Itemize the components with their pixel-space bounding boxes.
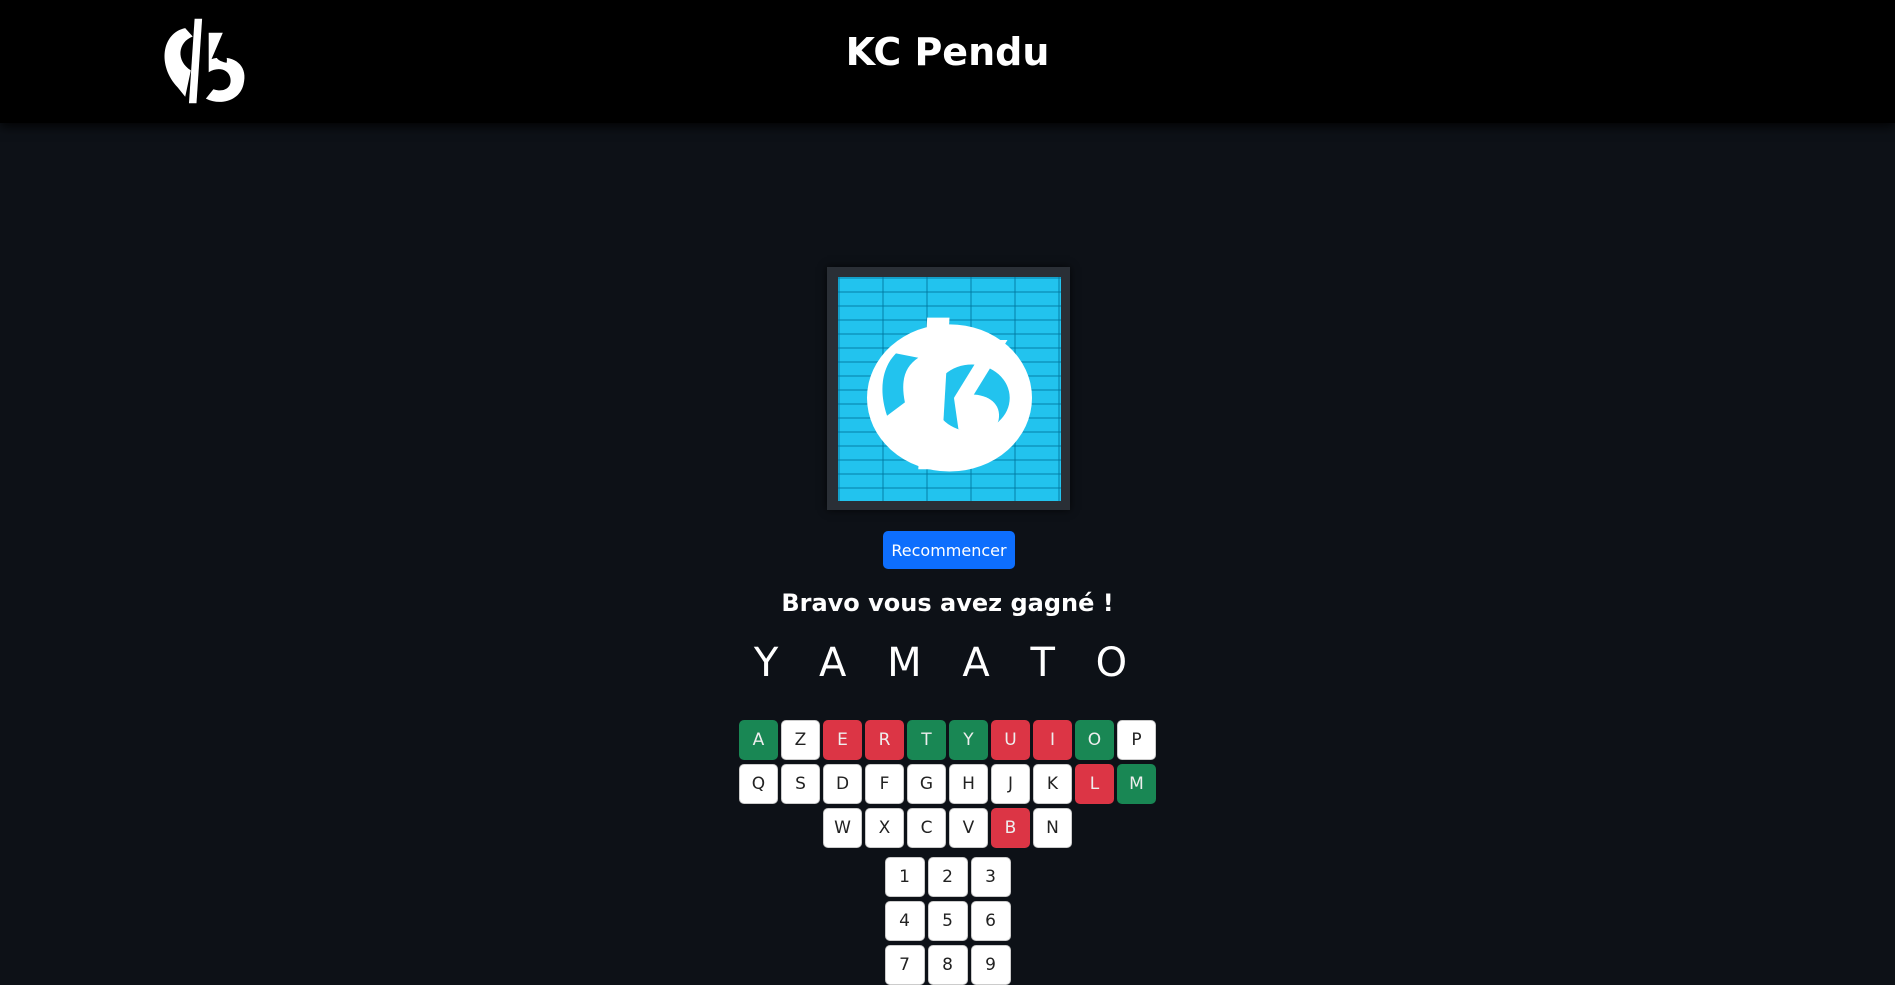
key-1[interactable]: 1: [884, 857, 925, 897]
key-b[interactable]: B: [991, 808, 1030, 848]
key-6[interactable]: 6: [970, 901, 1011, 941]
keyboard-row-3: WXCVBN: [0, 808, 1895, 848]
kc-logo-icon: [866, 317, 1033, 472]
secret-word: Y A M A T O: [753, 640, 1142, 686]
key-f[interactable]: F: [865, 764, 904, 804]
key-7[interactable]: 7: [884, 945, 925, 985]
key-4[interactable]: 4: [884, 901, 925, 941]
key-m[interactable]: M: [1117, 764, 1156, 804]
key-u[interactable]: U: [991, 720, 1030, 760]
keyboard-row-2: QSDFGHJKLM: [0, 764, 1895, 804]
key-v[interactable]: V: [949, 808, 988, 848]
key-y[interactable]: Y: [949, 720, 988, 760]
key-3[interactable]: 3: [970, 857, 1011, 897]
key-l[interactable]: L: [1075, 764, 1114, 804]
restart-button[interactable]: Recommencer: [883, 531, 1015, 569]
key-i[interactable]: I: [1033, 720, 1072, 760]
key-j[interactable]: J: [991, 764, 1030, 804]
key-p[interactable]: P: [1117, 720, 1156, 760]
key-e[interactable]: E: [823, 720, 862, 760]
keyboard-row-1: AZERTYUIOP: [0, 720, 1895, 760]
key-t[interactable]: T: [907, 720, 946, 760]
key-a[interactable]: A: [739, 720, 778, 760]
key-o[interactable]: O: [1075, 720, 1114, 760]
key-9[interactable]: 9: [970, 945, 1011, 985]
result-message: Bravo vous avez gagné !: [781, 589, 1114, 617]
numpad-row-3: 789: [0, 945, 1895, 985]
key-2[interactable]: 2: [927, 857, 968, 897]
page-title: KC Pendu: [845, 30, 1050, 74]
key-q[interactable]: Q: [739, 764, 778, 804]
key-8[interactable]: 8: [927, 945, 968, 985]
key-k[interactable]: K: [1033, 764, 1072, 804]
key-c[interactable]: C: [907, 808, 946, 848]
header: KC Pendu: [0, 0, 1895, 123]
numpad-row-2: 456: [0, 901, 1895, 941]
key-s[interactable]: S: [781, 764, 820, 804]
key-n[interactable]: N: [1033, 808, 1072, 848]
numpad-row-1: 123: [0, 857, 1895, 897]
key-d[interactable]: D: [823, 764, 862, 804]
hangman-picture-frame: [827, 267, 1070, 510]
key-5[interactable]: 5: [927, 901, 968, 941]
key-x[interactable]: X: [865, 808, 904, 848]
key-r[interactable]: R: [865, 720, 904, 760]
key-w[interactable]: W: [823, 808, 862, 848]
hangman-picture: [838, 277, 1061, 501]
key-g[interactable]: G: [907, 764, 946, 804]
key-h[interactable]: H: [949, 764, 988, 804]
key-z[interactable]: Z: [781, 720, 820, 760]
